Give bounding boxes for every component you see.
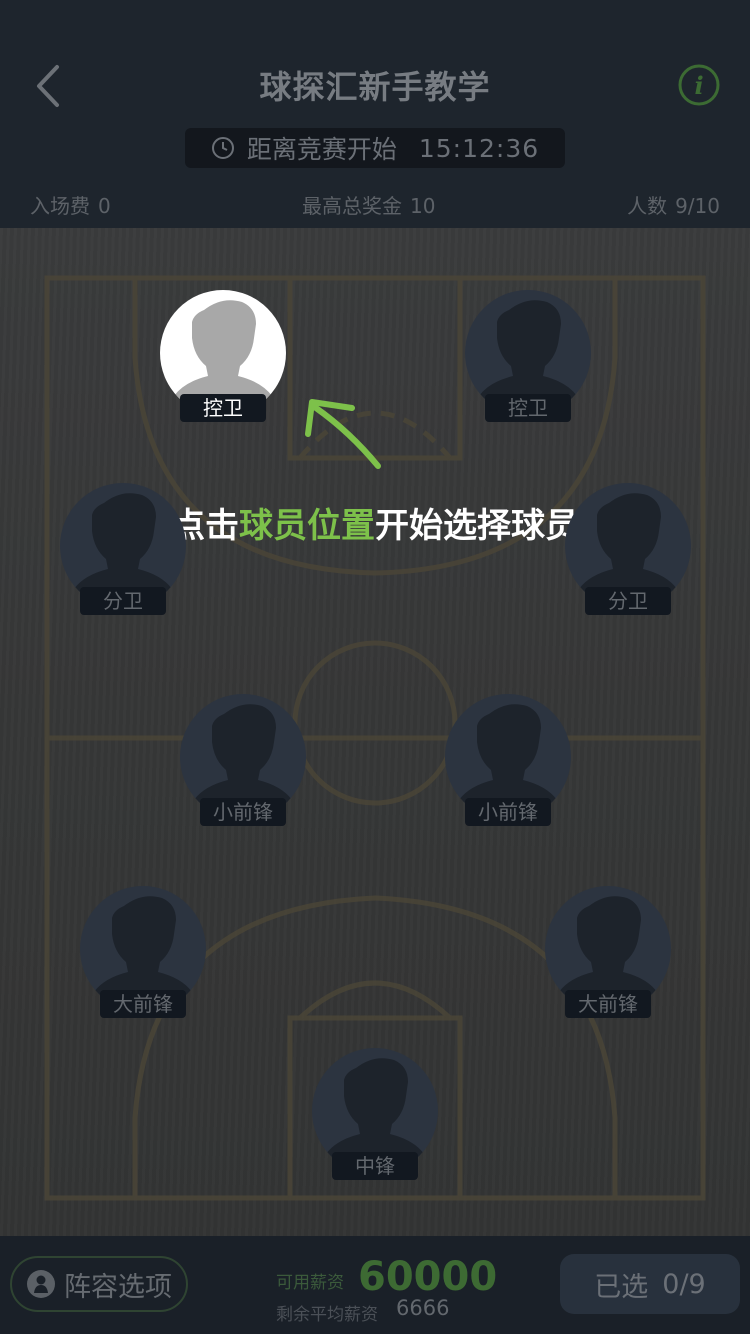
header: 球探汇新手教学 i 距离竞赛开始 15:12:36 入场费 0 最高总奖金 10 [0,0,750,228]
players-stat: 人数 9/10 [627,190,720,219]
info-icon: i [678,64,720,106]
prize-value: 10 [410,194,436,218]
entry-fee-stat: 入场费 0 [30,190,111,219]
position-label: 大前锋 [100,990,186,1018]
slot-small-forward-2[interactable]: 小前锋 [445,694,571,844]
slot-point-guard-1[interactable]: 控卫 [160,290,286,440]
svg-text:i: i [694,71,703,100]
prize-label: 最高总奖金 [302,194,402,218]
countdown-time: 15:12:36 [418,133,540,163]
position-label: 小前锋 [465,798,551,826]
entry-fee-value: 0 [98,194,111,218]
bottom-bar: 阵容选项 可用薪资 60000 剩余平均薪资 6666 已选 0/9 [0,1236,750,1334]
avg-salary-label: 剩余平均薪资 [276,1305,378,1325]
selected-value: 0/9 [662,1268,706,1300]
lineup-screen: 球探汇新手教学 i 距离竞赛开始 15:12:36 入场费 0 最高总奖金 10 [0,0,750,1334]
position-label: 控卫 [180,394,266,422]
countdown-label: 距离竞赛开始 [246,135,397,164]
hint-highlight: 球员位置 [239,506,375,546]
hint-suffix: 开始选择球员 [375,506,579,546]
position-label: 中锋 [332,1152,418,1180]
players-label: 人数 [627,194,668,218]
position-label: 小前锋 [200,798,286,826]
position-label: 分卫 [80,587,166,615]
available-salary-label: 可用薪资 [276,1273,344,1293]
person-icon [27,1270,55,1298]
position-label: 分卫 [585,587,671,615]
entry-fee-label: 入场费 [30,194,90,218]
avg-salary-value: 6666 [396,1296,450,1320]
slot-point-guard-2[interactable]: 控卫 [465,290,591,440]
court: 点击球员位置开始选择球员 控卫 控卫 分卫 分卫 小前锋 小前锋 大前锋 大前锋… [0,228,750,1236]
position-label: 大前锋 [565,990,651,1018]
clock-icon [211,137,234,159]
slot-power-forward-2[interactable]: 大前锋 [545,886,671,1036]
slot-center[interactable]: 中锋 [312,1048,438,1198]
available-salary-value: 60000 [358,1254,498,1300]
page-title: 球探汇新手教学 [259,68,491,106]
players-value: 9/10 [675,194,720,218]
arrow-icon [300,394,390,478]
stats-row: 入场费 0 最高总奖金 10 人数 9/10 [0,190,750,220]
info-button[interactable]: i [678,64,720,106]
countdown-bar: 距离竞赛开始 15:12:36 [185,128,565,168]
slot-small-forward-1[interactable]: 小前锋 [180,694,306,844]
salary-info: 可用薪资 60000 剩余平均薪资 6666 [276,1248,536,1328]
selected-label: 已选 [594,1271,649,1303]
slot-shooting-guard-1[interactable]: 分卫 [60,483,186,633]
prize-stat: 最高总奖金 10 [302,190,435,219]
lineup-options-label: 阵容选项 [64,1271,172,1303]
slot-power-forward-1[interactable]: 大前锋 [80,886,206,1036]
slot-shooting-guard-2[interactable]: 分卫 [565,483,691,633]
selected-count-button[interactable]: 已选 0/9 [560,1254,740,1314]
lineup-options-button[interactable]: 阵容选项 [10,1256,188,1312]
position-label: 控卫 [485,394,571,422]
